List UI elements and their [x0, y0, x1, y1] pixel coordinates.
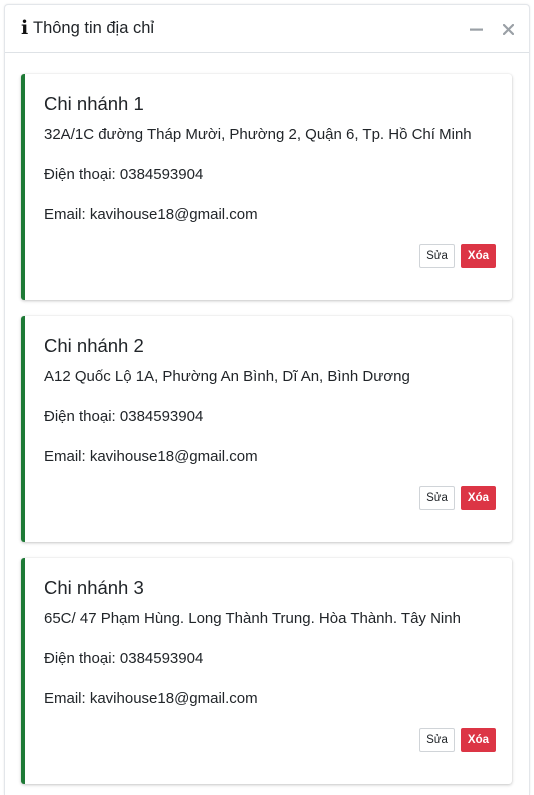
branch-email: Email: kavihouse18@gmail.com	[44, 448, 258, 465]
close-icon	[502, 23, 514, 35]
branch-email: Email: kavihouse18@gmail.com	[44, 690, 258, 707]
branch-address: 32A/1C đường Tháp Mười, Phường 2, Quận 6…	[44, 126, 472, 143]
branch-list: Chi nhánh 1 32A/1C đường Tháp Mười, Phườ…	[21, 74, 512, 795]
delete-button[interactable]: Xóa	[460, 486, 496, 510]
branch-card: Chi nhánh 3 65C/ 47 Phạm Hùng. Long Thàn…	[21, 558, 512, 784]
branch-phone: Điện thoại: 0384593904	[44, 408, 204, 425]
branch-card: Chi nhánh 1 32A/1C đường Tháp Mười, Phườ…	[21, 74, 512, 300]
card-actions: Sửa Xóa	[419, 486, 496, 510]
branch-card: Chi nhánh 2 A12 Quốc Lộ 1A, Phường An Bì…	[21, 316, 512, 542]
close-button[interactable]	[501, 22, 515, 36]
info-icon: i	[21, 17, 29, 39]
card-actions: Sửa Xóa	[419, 244, 496, 268]
edit-button[interactable]: Sửa	[419, 728, 455, 752]
delete-button[interactable]: Xóa	[460, 244, 496, 268]
delete-button[interactable]: Xóa	[460, 728, 496, 752]
branch-address: 65C/ 47 Phạm Hùng. Long Thành Trung. Hòa…	[44, 610, 461, 627]
branch-name: Chi nhánh 3	[44, 577, 144, 598]
branch-email: Email: kavihouse18@gmail.com	[44, 206, 258, 223]
minimize-button[interactable]	[469, 22, 483, 36]
edit-button[interactable]: Sửa	[419, 486, 455, 510]
address-info-panel: i Thông tin địa chỉ Chi nhánh 1 32A/1C đ…	[4, 4, 530, 795]
branch-name: Chi nhánh 1	[44, 93, 144, 114]
edit-button[interactable]: Sửa	[419, 244, 455, 268]
branch-phone: Điện thoại: 0384593904	[44, 650, 204, 667]
branch-name: Chi nhánh 2	[44, 335, 144, 356]
minus-icon	[469, 28, 483, 31]
card-actions: Sửa Xóa	[419, 728, 496, 752]
branch-address: A12 Quốc Lộ 1A, Phường An Bình, Dĩ An, B…	[44, 368, 410, 385]
branch-phone: Điện thoại: 0384593904	[44, 166, 204, 183]
panel-title: Thông tin địa chỉ	[33, 19, 155, 37]
panel-header: i Thông tin địa chỉ	[5, 5, 529, 53]
header-tools	[469, 5, 515, 53]
